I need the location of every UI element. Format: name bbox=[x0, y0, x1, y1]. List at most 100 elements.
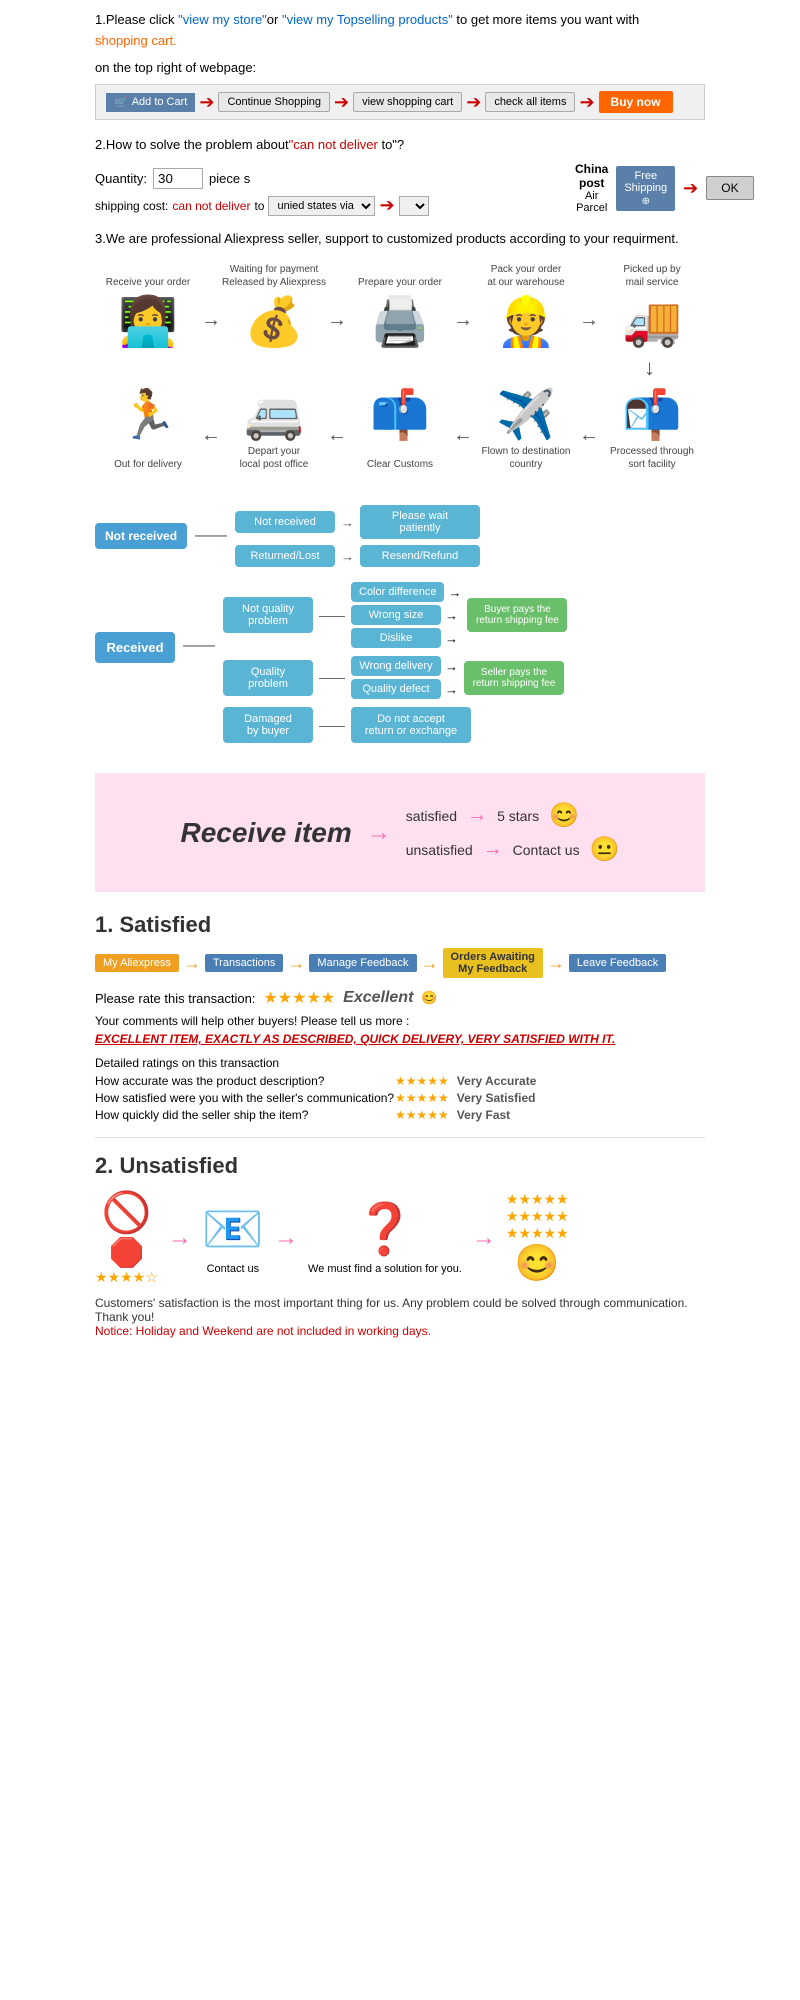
process-item-6: 🏃 Out for delivery bbox=[95, 386, 201, 475]
process-icon-1: 👩‍💻 bbox=[118, 293, 178, 350]
unsat-item-1: 🚫 🛑 ★★★★☆ bbox=[95, 1189, 158, 1286]
rating-desc-2: Very Satisfied bbox=[457, 1091, 536, 1105]
rate-row: Please rate this transaction: ★★★★★ Exce… bbox=[95, 988, 705, 1008]
received-box: Received bbox=[95, 632, 175, 663]
step2-label: 2.How to solve the problem about bbox=[95, 137, 289, 152]
stop-icon: 🛑 bbox=[95, 1236, 158, 1269]
process-arrow-3: → bbox=[453, 279, 473, 332]
arrow1: ➔ bbox=[199, 92, 214, 113]
quantity-row: Quantity: piece s bbox=[95, 168, 555, 189]
process-item-1: Receive your order 👩‍💻 bbox=[95, 261, 201, 350]
q-sub2-arrow: → bbox=[445, 682, 458, 697]
add-to-cart-label: Add to Cart bbox=[132, 96, 188, 108]
process-icon-7: 🚐 bbox=[244, 386, 304, 443]
nr-result1-box: Please waitpatiently bbox=[360, 505, 480, 539]
q-sub1: Wrong delivery → bbox=[351, 656, 458, 676]
view-topselling-link[interactable]: "view my Topselling products" bbox=[282, 12, 453, 27]
ok-button[interactable]: OK bbox=[706, 176, 753, 200]
step1-intro: 1.Please click bbox=[95, 12, 178, 27]
nq-sub2: Wrong size → bbox=[351, 605, 461, 625]
comment-label: Your comments will help other buyers! Pl… bbox=[95, 1014, 705, 1028]
buyer-pays-box: Buyer pays thereturn shipping fee bbox=[467, 598, 567, 632]
continue-shopping-button[interactable]: Continue Shopping bbox=[218, 92, 330, 112]
rating-label-3: How quickly did the seller ship the item… bbox=[95, 1108, 395, 1122]
fb-orders-awaiting: Orders AwaitingMy Feedback bbox=[443, 948, 543, 978]
buy-now-button[interactable]: Buy now bbox=[599, 91, 673, 113]
nr-line1: —— bbox=[195, 527, 227, 545]
china-post-row: China post Air Parcel FreeShipping ⊕ ➔ O… bbox=[575, 162, 705, 214]
process-row2: 🏃 Out for delivery ← 🚐 Depart yourlocal … bbox=[95, 386, 705, 475]
nq-sub1-arrow: → bbox=[448, 585, 461, 600]
unsatisfied-title: 2. Unsatisfied bbox=[95, 1153, 705, 1179]
unsatisfied-outcome: unsatisfied → Contact us 😐 bbox=[406, 835, 620, 864]
down-arrow-container: ↓ bbox=[95, 355, 705, 381]
unsat-stars-1: ★★★★☆ bbox=[95, 1269, 158, 1286]
shopping-cart-label: shopping cart. bbox=[95, 33, 177, 48]
not-received-row: Not received —— Not received → Please wa… bbox=[95, 505, 705, 567]
happy-smiley: 😊 bbox=[549, 801, 579, 830]
rating-row-1: How accurate was the product description… bbox=[95, 1074, 705, 1088]
rate-smiley: 😊 bbox=[421, 990, 437, 1006]
unsat-stars-3: ★★★★★ bbox=[506, 1208, 569, 1225]
add-to-cart-button[interactable]: 🛒 Add to Cart bbox=[106, 93, 195, 112]
satisfied-text: satisfied bbox=[406, 808, 457, 824]
sat-arrow2: → bbox=[467, 804, 487, 827]
rate-stars: ★★★★★ bbox=[263, 988, 335, 1008]
notice-text: Customers' satisfaction is the most impo… bbox=[95, 1296, 705, 1324]
quantity-input[interactable] bbox=[153, 168, 203, 189]
rate-label: Please rate this transaction: bbox=[95, 991, 255, 1006]
arrow-shipping2: ➔ bbox=[683, 178, 698, 199]
received-branches: Not qualityproblem —— Color difference →… bbox=[223, 582, 567, 743]
nq-sub1: Color difference → bbox=[351, 582, 461, 602]
shipping-row: shipping cost: can not deliver to unied … bbox=[95, 195, 555, 216]
wrong-size-box: Wrong size bbox=[351, 605, 441, 625]
dislike-box: Dislike bbox=[351, 628, 441, 648]
process-item-2: Waiting for paymentReleased by Aliexpres… bbox=[221, 261, 327, 350]
fb-leave-feedback: Leave Feedback bbox=[569, 954, 666, 972]
rating-label-2: How satisfied were you with the seller's… bbox=[95, 1091, 395, 1105]
contact-us-text: Contact us bbox=[513, 842, 580, 858]
rating-label-1: How accurate was the product description… bbox=[95, 1074, 395, 1088]
rating-row-3: How quickly did the seller ship the item… bbox=[95, 1108, 705, 1122]
smiley-icon: 😊 bbox=[515, 1242, 560, 1283]
destination-select[interactable]: unied states via bbox=[268, 196, 375, 216]
view-store-link[interactable]: "view my store" bbox=[178, 12, 267, 27]
no-icon: 🚫 bbox=[101, 1191, 151, 1235]
down-arrow: ↓ bbox=[644, 355, 655, 381]
no-return-box: Do not acceptreturn or exchange bbox=[351, 707, 471, 743]
process-label-9: Flown to destinationcountry bbox=[482, 443, 571, 471]
view-shopping-cart-button[interactable]: view shopping cart bbox=[353, 92, 462, 112]
not-quality-box: Not qualityproblem bbox=[223, 597, 313, 633]
process-arrow-4: → bbox=[579, 279, 599, 332]
step2-left: Quantity: piece s shipping cost: can not… bbox=[95, 162, 555, 216]
unsat-arrow1: → bbox=[168, 1224, 192, 1252]
fb-arrow1: → bbox=[183, 953, 201, 974]
shipping-method-select[interactable] bbox=[399, 196, 429, 216]
check-all-items-button[interactable]: check all items bbox=[485, 92, 575, 112]
quality-box: Qualityproblem bbox=[223, 660, 313, 696]
shipping-label: shipping cost: bbox=[95, 199, 168, 213]
received-row: Received —— Not qualityproblem —— Color … bbox=[95, 582, 705, 743]
neutral-smiley: 😐 bbox=[590, 835, 620, 864]
step2-content: Quantity: piece s shipping cost: can not… bbox=[95, 162, 705, 216]
nq-line: —— bbox=[319, 608, 345, 623]
nr-arrow2: → bbox=[341, 549, 354, 564]
step1-section: 1.Please click "view my store"or "view m… bbox=[95, 10, 705, 120]
process-item-9: ✈️ Flown to destinationcountry bbox=[473, 386, 579, 475]
step3-text: 3.We are professional Aliexpress seller,… bbox=[95, 231, 705, 246]
ratings-table: Detailed ratings on this transaction How… bbox=[95, 1056, 705, 1122]
rating-stars-2: ★★★★★ bbox=[395, 1091, 449, 1105]
satisfaction-banner: Receive item → satisfied → 5 stars 😊 uns… bbox=[95, 773, 705, 892]
process-flow-section: Receive your order 👩‍💻 → Waiting for pay… bbox=[95, 261, 705, 475]
unsat-item-3: ❓ We must find a solution for you. bbox=[308, 1200, 462, 1275]
five-stars-text: 5 stars bbox=[497, 808, 539, 824]
step2-right: China post Air Parcel FreeShipping ⊕ ➔ O… bbox=[575, 162, 705, 216]
find-solution-label: We must find a solution for you. bbox=[308, 1263, 462, 1275]
nr-branch2-box: Returned/Lost bbox=[235, 545, 335, 567]
step1-or: or bbox=[267, 12, 282, 27]
satisfied-title: 1. Satisfied bbox=[95, 912, 705, 938]
damaged-row: Damagedby buyer —— Do not acceptreturn o… bbox=[223, 707, 567, 743]
process-label-1: Receive your order bbox=[106, 261, 190, 289]
process-label-7: Depart yourlocal post office bbox=[240, 443, 309, 471]
shipping-note: ⊕ bbox=[624, 196, 667, 207]
